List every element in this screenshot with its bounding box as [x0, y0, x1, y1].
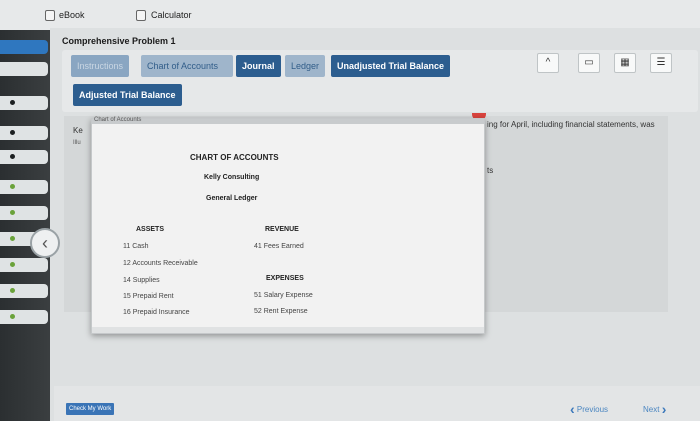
- chevron-right-icon: ›: [661, 401, 667, 417]
- sidebar-item[interactable]: [0, 126, 48, 140]
- previous-button[interactable]: ‹ Previous: [570, 401, 608, 417]
- account-item: 51 Salary Expense: [254, 292, 313, 299]
- ledger-name: General Ledger: [206, 195, 258, 202]
- top-toolbar: eBook Calculator: [0, 0, 700, 30]
- assets-heading: ASSETS: [136, 226, 165, 233]
- background-label: Illu: [73, 140, 81, 146]
- company-name: Kelly Consulting: [204, 174, 260, 181]
- sidebar-item[interactable]: [0, 96, 48, 110]
- tab-instructions[interactable]: Instructions: [71, 55, 130, 77]
- popup-bottom-strip: [92, 327, 484, 333]
- sidebar-item[interactable]: [0, 258, 48, 272]
- expenses-heading: EXPENSES: [266, 275, 304, 282]
- grid-icon[interactable]: ▦: [614, 53, 636, 73]
- calculator-icon[interactable]: [136, 10, 146, 21]
- sidebar-item[interactable]: [0, 62, 48, 76]
- ebook-icon[interactable]: [45, 10, 55, 21]
- chevron-up-icon[interactable]: ^: [537, 53, 559, 73]
- tab-adjusted-trial-balance[interactable]: Adjusted Trial Balance: [73, 84, 182, 106]
- background-label: Ke: [73, 126, 83, 135]
- revenue-heading: REVENUE: [265, 226, 299, 233]
- list-icon[interactable]: ☰: [650, 53, 672, 73]
- next-button[interactable]: Next ›: [643, 401, 666, 417]
- popup-title: CHART OF ACCOUNTS: [190, 153, 279, 162]
- account-item: 12 Accounts Receivable: [123, 260, 198, 267]
- sidebar-item[interactable]: [0, 310, 48, 324]
- account-item: 14 Supplies: [123, 277, 160, 284]
- account-item: 41 Fees Earned: [254, 243, 304, 250]
- account-item: 52 Rent Expense: [254, 308, 308, 315]
- chevron-left-icon: ‹: [570, 401, 575, 417]
- instruction-text: ts: [487, 166, 494, 175]
- chevron-left-icon[interactable]: ‹: [30, 228, 60, 258]
- tab-unadjusted-trial-balance[interactable]: Unadjusted Trial Balance: [331, 55, 451, 77]
- sidebar-item[interactable]: [0, 180, 48, 194]
- sidebar-item-active[interactable]: [0, 40, 48, 54]
- tab-chart-of-accounts[interactable]: Chart of Accounts: [141, 55, 233, 77]
- popup-header-label: Chart of Accounts: [94, 117, 142, 123]
- window-icon[interactable]: ▭: [578, 53, 600, 73]
- chart-of-accounts-popup: Chart of Accounts CHART OF ACCOUNTS Kell…: [91, 117, 485, 334]
- sidebar-item[interactable]: [0, 284, 48, 298]
- tab-journal[interactable]: Journal: [236, 55, 281, 77]
- sidebar-item[interactable]: [0, 206, 48, 220]
- popup-header[interactable]: Chart of Accounts: [92, 117, 484, 124]
- tab-ledger[interactable]: Ledger: [285, 55, 326, 77]
- calculator-link[interactable]: Calculator: [151, 10, 192, 20]
- account-item: 15 Prepaid Rent: [123, 293, 174, 300]
- instruction-text: ing for April, including financial state…: [487, 120, 655, 129]
- ebook-link[interactable]: eBook: [59, 10, 85, 20]
- sidebar-item[interactable]: [0, 150, 48, 164]
- account-item: 16 Prepaid Insurance: [123, 309, 190, 316]
- page-title: Comprehensive Problem 1: [62, 36, 176, 46]
- next-label: Next: [643, 405, 660, 414]
- previous-label: Previous: [576, 405, 609, 414]
- check-my-work-button[interactable]: Check My Work: [66, 403, 115, 415]
- account-item: 11 Cash: [123, 243, 149, 250]
